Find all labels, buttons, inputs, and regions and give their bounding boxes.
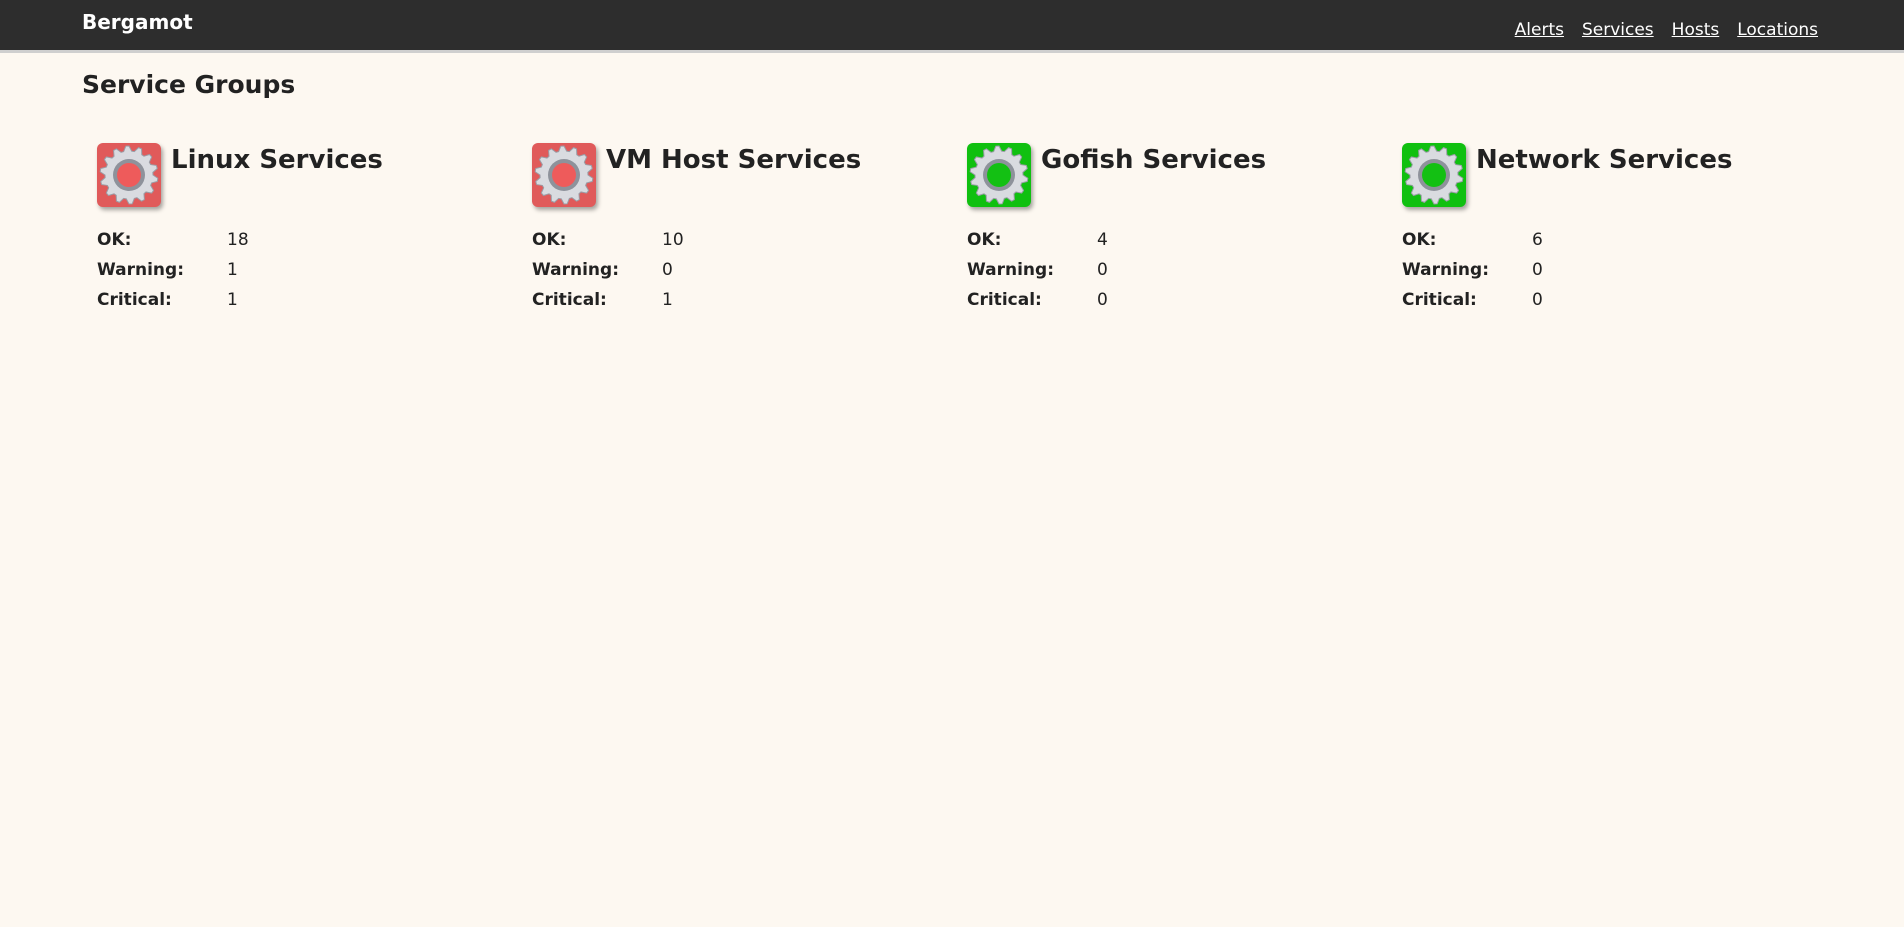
nav-link-hosts[interactable]: Hosts xyxy=(1672,20,1720,40)
nav-link-services[interactable]: Services xyxy=(1582,20,1654,40)
stat-label-critical: Critical: xyxy=(967,290,1042,310)
stat-label-warning: Warning: xyxy=(967,260,1055,280)
stat-label-critical: Critical: xyxy=(532,290,607,310)
service-group-title[interactable]: Gofish Services xyxy=(1041,143,1266,177)
stat-value-warning: 0 xyxy=(1532,260,1543,280)
service-group-card-network: Network Services OK: 6 Warning: 0 Critic… xyxy=(1402,143,1822,313)
gear-status-icon[interactable] xyxy=(967,143,1031,207)
stat-row-ok: OK: 4 xyxy=(967,225,1108,255)
stat-label-ok: OK: xyxy=(967,230,1002,250)
service-group-card-vm-host: VM Host Services OK: 10 Warning: 0 Criti… xyxy=(532,143,952,313)
gear-status-icon[interactable] xyxy=(97,143,161,207)
stat-label-warning: Warning: xyxy=(97,260,185,280)
service-group-card-gofish: Gofish Services OK: 4 Warning: 0 Critica… xyxy=(967,143,1387,313)
stat-value-ok: 10 xyxy=(662,230,684,250)
page-title: Service Groups xyxy=(82,70,296,99)
stat-row-warning: Warning: 0 xyxy=(1402,255,1543,285)
stat-label-critical: Critical: xyxy=(97,290,172,310)
service-group-stats: OK: 4 Warning: 0 Critical: 0 xyxy=(967,225,1108,315)
stat-value-ok: 6 xyxy=(1532,230,1543,250)
service-group-card-linux: Linux Services OK: 18 Warning: 1 Critica… xyxy=(97,143,517,313)
service-group-title[interactable]: VM Host Services xyxy=(606,143,861,177)
service-group-stats: OK: 6 Warning: 0 Critical: 0 xyxy=(1402,225,1543,315)
brand-logo-text[interactable]: Bergamot xyxy=(82,10,193,34)
service-group-title[interactable]: Linux Services xyxy=(171,143,383,177)
service-group-title[interactable]: Network Services xyxy=(1476,143,1732,177)
gear-status-icon[interactable] xyxy=(532,143,596,207)
stat-label-warning: Warning: xyxy=(532,260,620,280)
stat-label-ok: OK: xyxy=(1402,230,1437,250)
stat-value-warning: 1 xyxy=(227,260,238,280)
top-bar: Bergamot Alerts Services Hosts Locations xyxy=(0,0,1904,53)
stat-row-ok: OK: 6 xyxy=(1402,225,1543,255)
service-group-stats: OK: 18 Warning: 1 Critical: 1 xyxy=(97,225,249,315)
stat-value-ok: 18 xyxy=(227,230,249,250)
stat-label-ok: OK: xyxy=(532,230,567,250)
nav-link-locations[interactable]: Locations xyxy=(1737,20,1818,40)
stat-value-critical: 0 xyxy=(1097,290,1108,310)
service-groups-grid: Linux Services OK: 18 Warning: 1 Critica… xyxy=(97,143,1837,323)
stat-value-warning: 0 xyxy=(1097,260,1108,280)
stat-row-ok: OK: 18 xyxy=(97,225,249,255)
stat-row-critical: Critical: 1 xyxy=(532,285,684,315)
gear-status-icon[interactable] xyxy=(1402,143,1466,207)
stat-label-warning: Warning: xyxy=(1402,260,1490,280)
service-group-header[interactable]: Linux Services xyxy=(97,143,517,207)
stat-value-critical: 1 xyxy=(662,290,673,310)
stat-value-warning: 0 xyxy=(662,260,673,280)
service-group-stats: OK: 10 Warning: 0 Critical: 1 xyxy=(532,225,684,315)
service-group-header[interactable]: Gofish Services xyxy=(967,143,1387,207)
stat-row-warning: Warning: 0 xyxy=(532,255,684,285)
service-group-header[interactable]: Network Services xyxy=(1402,143,1822,207)
stat-row-warning: Warning: 1 xyxy=(97,255,249,285)
stat-row-warning: Warning: 0 xyxy=(967,255,1108,285)
stat-label-critical: Critical: xyxy=(1402,290,1477,310)
stat-value-critical: 0 xyxy=(1532,290,1543,310)
stat-label-ok: OK: xyxy=(97,230,132,250)
top-nav: Alerts Services Hosts Locations xyxy=(1515,20,1818,40)
stat-row-critical: Critical: 0 xyxy=(1402,285,1543,315)
nav-link-alerts[interactable]: Alerts xyxy=(1515,20,1564,40)
stat-value-critical: 1 xyxy=(227,290,238,310)
stat-value-ok: 4 xyxy=(1097,230,1108,250)
stat-row-critical: Critical: 1 xyxy=(97,285,249,315)
service-group-header[interactable]: VM Host Services xyxy=(532,143,952,207)
stat-row-critical: Critical: 0 xyxy=(967,285,1108,315)
stat-row-ok: OK: 10 xyxy=(532,225,684,255)
